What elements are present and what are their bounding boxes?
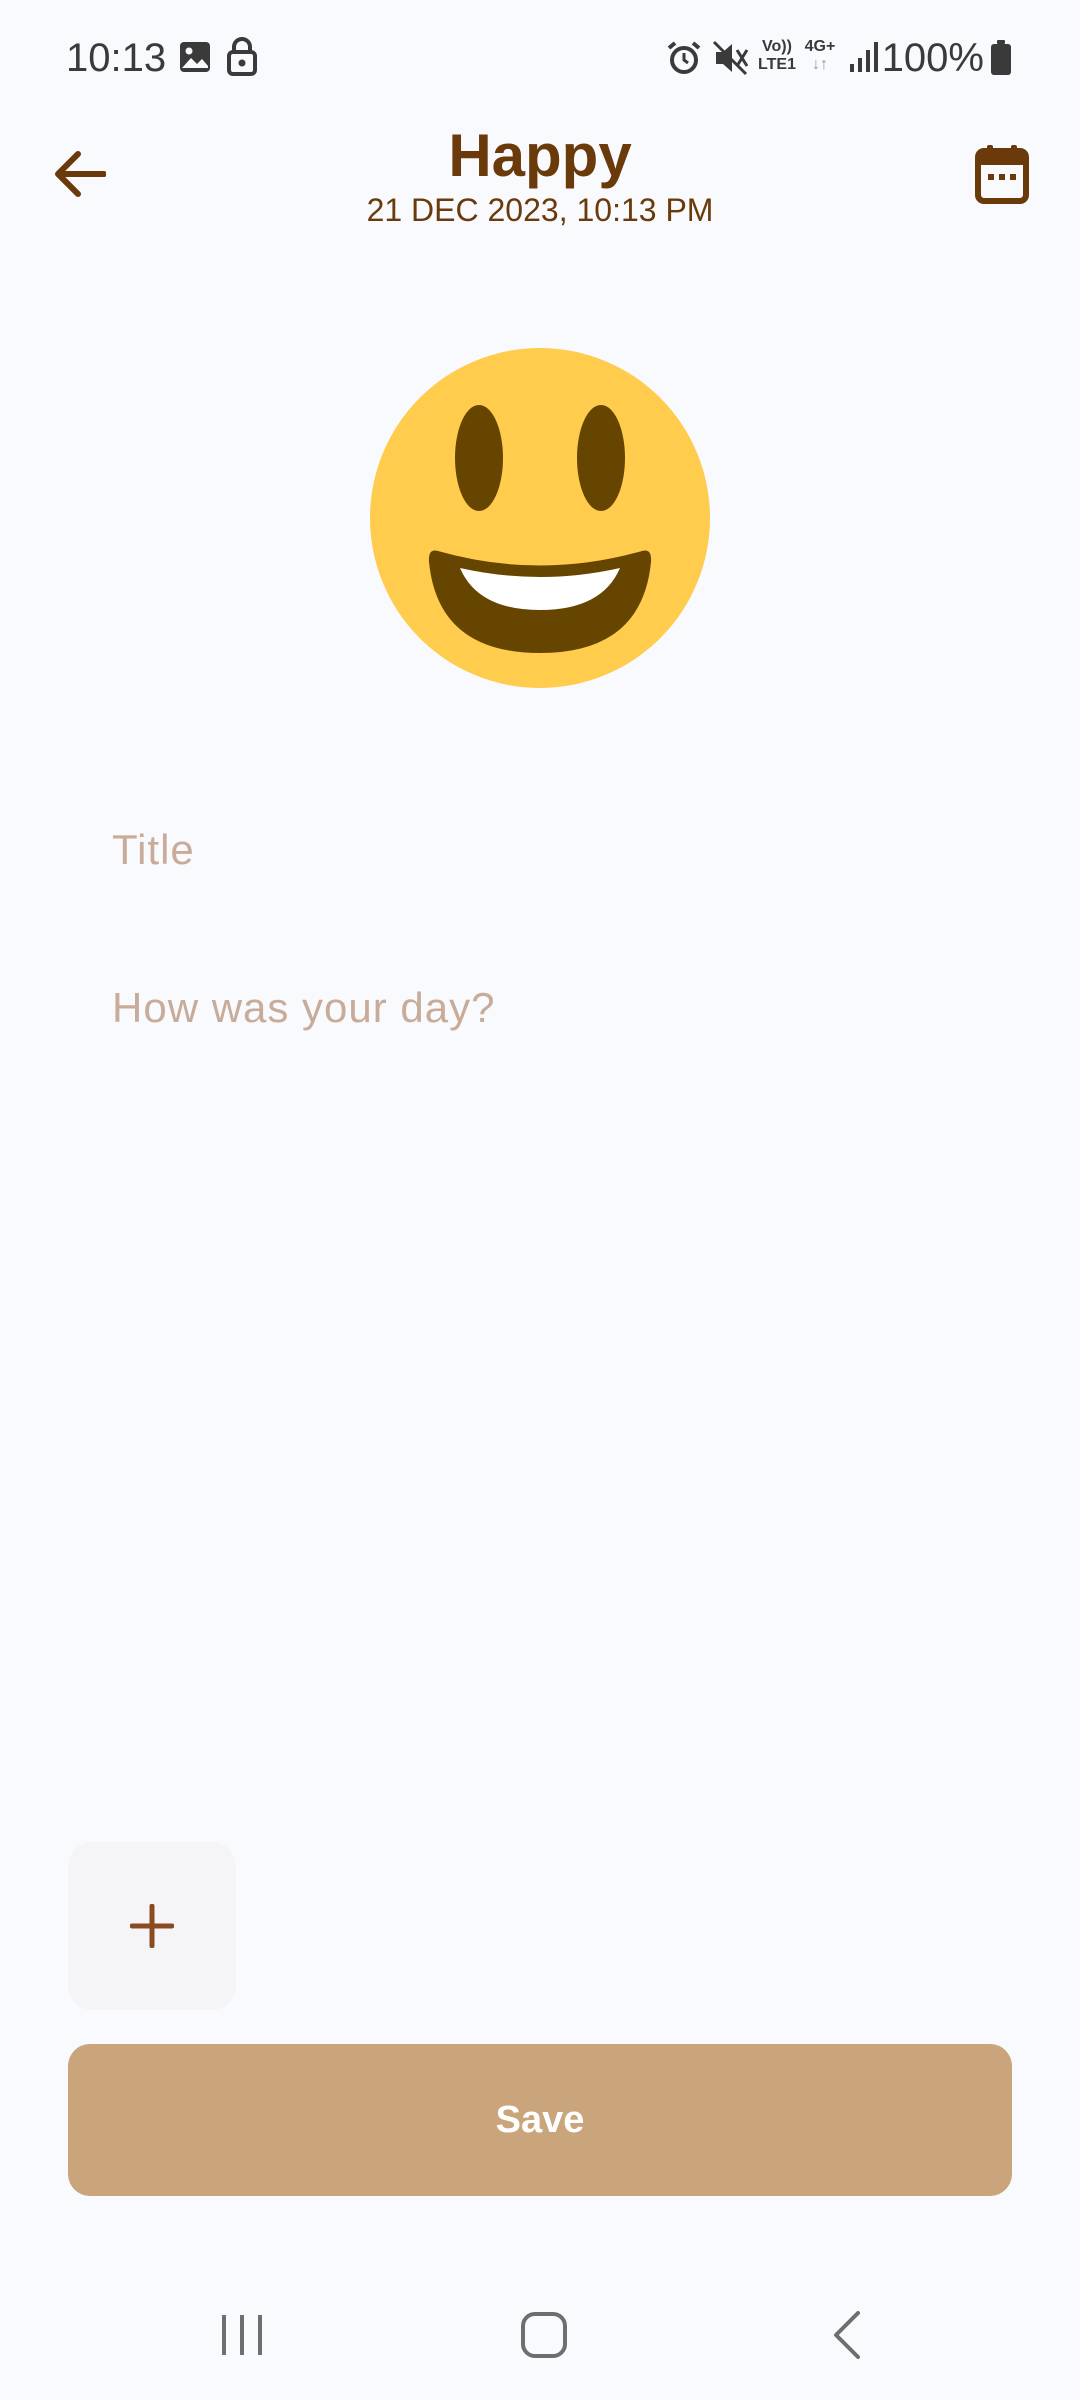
battery-icon [991, 40, 1011, 75]
alarm-icon [667, 41, 701, 74]
network-type-indicator: 4G+ ↓↑ [804, 38, 836, 73]
chevron-left-icon [834, 2311, 860, 2359]
lock-notification-icon [227, 37, 257, 76]
happy-face-icon[interactable] [370, 348, 710, 688]
status-time: 10:13 [66, 36, 167, 80]
volte-indicator: Vo)) LTE1 [758, 38, 796, 73]
home-icon [521, 2312, 567, 2358]
mute-icon [712, 40, 749, 76]
save-button[interactable]: Save [68, 2044, 1012, 2196]
system-back-button[interactable] [786, 2290, 906, 2380]
recent-apps-button[interactable] [182, 2290, 302, 2380]
signal-strength-icon [850, 42, 878, 72]
title-input[interactable] [112, 818, 972, 882]
entry-date[interactable]: 21 DEC 2023, 10:13 PM [240, 190, 840, 230]
arrow-left-icon [55, 151, 106, 197]
home-button[interactable] [484, 2290, 604, 2380]
status-bar: 10:13 Vo)) LTE1 4G+ ↓↑ 100% [0, 0, 1080, 110]
back-button[interactable] [36, 130, 124, 218]
mood-title: Happy [448, 122, 632, 189]
recent-apps-icon [222, 2315, 262, 2355]
calendar-icon [975, 145, 1029, 204]
day-description-input[interactable] [112, 976, 972, 1040]
add-attachment-button[interactable] [68, 1842, 236, 2010]
gallery-notification-icon [180, 42, 210, 72]
plus-icon [130, 1904, 174, 1948]
calendar-button[interactable] [958, 130, 1046, 218]
